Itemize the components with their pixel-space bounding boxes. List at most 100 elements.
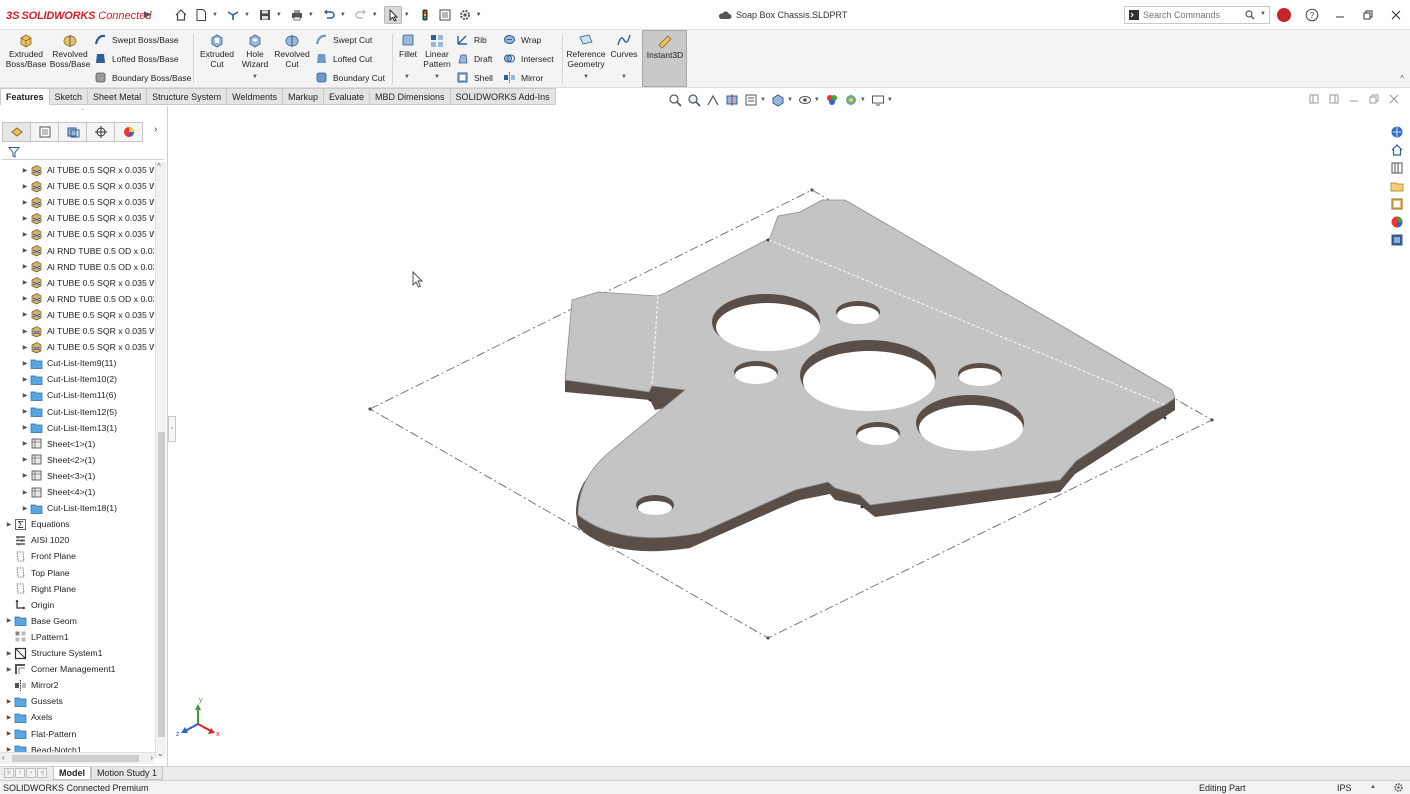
tree-item[interactable]: LPattern1 — [4, 629, 69, 645]
intersect-button[interactable]: Intersect — [503, 50, 554, 67]
next-tab-icon[interactable]: › — [26, 768, 36, 778]
graphics-area[interactable]: y x z — [170, 108, 1390, 766]
tree-item[interactable]: ▶ Cut-List-Item12(5) — [20, 404, 117, 420]
tree-item[interactable]: ▶ Al TUBE 0.5 SQR x 0.035 W... — [20, 323, 154, 339]
last-tab-icon[interactable]: ›| — [37, 768, 47, 778]
save-icon[interactable] — [256, 6, 274, 24]
hide-show-caret-icon[interactable]: ▼ — [814, 97, 820, 103]
viewport-close-icon[interactable] — [1388, 93, 1400, 105]
solidworks-logo[interactable]: 3S SOLIDWORKS Connected — [6, 8, 151, 24]
section-view-icon[interactable] — [725, 93, 739, 107]
shell-button[interactable]: Shell — [456, 69, 493, 86]
property-manager-tab-icon[interactable] — [30, 122, 59, 142]
tree-expand-icon[interactable]: ▶ — [4, 650, 14, 657]
tree-expand-icon[interactable]: ▶ — [20, 247, 30, 254]
rebuild-icon[interactable] — [416, 6, 434, 24]
lofted-cut-button[interactable]: Lofted Cut — [315, 50, 372, 67]
redo-icon[interactable] — [352, 6, 370, 24]
tree-expand-icon[interactable]: ▶ — [20, 199, 30, 206]
solidworks-resources-icon[interactable] — [1388, 124, 1406, 140]
open-icon[interactable] — [224, 6, 242, 24]
search-caret-icon[interactable]: ▼ — [1260, 11, 1266, 17]
model-viewport[interactable]: y x z — [170, 108, 1390, 766]
fillet-button[interactable]: Fillet — [396, 32, 420, 59]
tree-expand-icon[interactable]: ▶ — [20, 183, 30, 190]
tree-expand-icon[interactable]: ▶ — [20, 376, 30, 383]
tree-expand-icon[interactable]: ▶ — [20, 505, 30, 512]
select-caret-icon[interactable]: ▼ — [404, 12, 410, 18]
tree-item[interactable]: ▶ Al TUBE 0.5 SQR x 0.035 W... — [20, 307, 154, 323]
redo-caret-icon[interactable]: ▼ — [372, 12, 378, 18]
wrap-button[interactable]: Wrap — [503, 31, 541, 48]
dimxpert-manager-tab-icon[interactable] — [86, 122, 115, 142]
tree-item[interactable]: ▶ Sheet<1>(1) — [20, 436, 96, 452]
tree-item[interactable]: ▶ Al TUBE 0.5 SQR x 0.035 W... — [20, 178, 154, 194]
configuration-manager-tab-icon[interactable] — [58, 122, 87, 142]
tree-expand-icon[interactable]: ▶ — [20, 328, 30, 335]
new-caret-icon[interactable]: ▼ — [212, 12, 218, 18]
close-icon[interactable] — [1388, 6, 1404, 24]
linear-pattern-caret-icon[interactable]: ▼ — [434, 74, 440, 80]
curves-caret-icon[interactable]: ▼ — [621, 74, 627, 80]
zoom-to-fit-icon[interactable] — [668, 93, 682, 107]
tree-item[interactable]: ▶ Sheet<4>(1) — [20, 484, 96, 500]
tree-expand-icon[interactable]: ▶ — [20, 215, 30, 222]
tree-item[interactable]: ▶ Bead-Notch1 — [4, 742, 82, 752]
tree-item[interactable]: ▶ Al TUBE 0.5 SQR x 0.035 W... — [20, 339, 154, 355]
tree-expand-icon[interactable]: ▶ — [20, 489, 30, 496]
tab-mbd-dimensions[interactable]: MBD Dimensions — [370, 88, 451, 105]
viewport-tile-icon[interactable] — [1308, 93, 1320, 105]
reference-geometry-button[interactable]: Reference Geometry — [566, 32, 606, 69]
display-style-caret-icon[interactable]: ▼ — [787, 97, 793, 103]
tree-item[interactable]: ▶ Cut-List-Item10(2) — [20, 371, 117, 387]
view-orientation-icon[interactable] — [771, 93, 785, 107]
lofted-boss-button[interactable]: Lofted Boss/Base — [94, 50, 179, 67]
rib-button[interactable]: Rib — [456, 31, 487, 48]
fillet-caret-icon[interactable]: ▼ — [404, 74, 410, 80]
tree-expand-icon[interactable]: ▶ — [4, 714, 14, 721]
tree-item[interactable]: Front Plane — [4, 548, 76, 564]
tree-expand-icon[interactable]: ▶ — [20, 472, 30, 479]
help-icon[interactable]: ? — [1304, 6, 1320, 24]
tree-expand-icon[interactable]: ▶ — [20, 167, 30, 174]
tree-item[interactable]: ▶ Al TUBE 0.5 SQR x 0.035 W... — [20, 194, 154, 210]
panel-grip-icon[interactable]: ⌃ — [80, 108, 85, 115]
tree-item[interactable]: ▶ Sheet<2>(1) — [20, 452, 96, 468]
extruded-boss-button[interactable]: Extruded Boss/Base — [6, 32, 46, 69]
tree-item[interactable]: ▶ Al TUBE 0.5 SQR x 0.035 W... — [20, 226, 154, 242]
tree-item[interactable]: ▶ Cut-List-Item9(11) — [20, 355, 116, 371]
tree-item[interactable]: ▶ Corner Management1 — [4, 661, 116, 677]
view-palette-icon[interactable] — [1388, 196, 1406, 212]
instant3d-button[interactable]: Instant3D — [642, 30, 687, 87]
unit-system[interactable]: IPS — [1337, 783, 1352, 793]
new-document-icon[interactable] — [192, 6, 210, 24]
feature-manager-tab-icon[interactable] — [2, 122, 31, 142]
restore-icon[interactable] — [1360, 6, 1376, 24]
tab-weldments[interactable]: Weldments — [227, 88, 283, 105]
revolved-cut-button[interactable]: Revolved Cut — [274, 32, 310, 69]
file-properties-icon[interactable] — [436, 6, 454, 24]
mirror-button[interactable]: Mirror — [503, 69, 543, 86]
tree-expand-icon[interactable]: ▶ — [4, 521, 14, 528]
tree-expand-icon[interactable]: ▶ — [20, 311, 30, 318]
units-caret-icon[interactable]: ▲ — [1370, 784, 1376, 790]
scroll-left-icon[interactable]: ‹ — [2, 753, 5, 762]
tree-item[interactable]: ▶ Cut-List-Item11(6) — [20, 387, 116, 403]
tree-item[interactable]: ▶ Σ Equations — [4, 516, 70, 532]
scroll-up-icon[interactable]: ^ — [157, 162, 161, 171]
tree-item[interactable]: Top Plane — [4, 565, 70, 581]
tab-model[interactable]: Model — [53, 767, 91, 780]
menu-expand-arrow-icon[interactable]: ▶ — [144, 9, 151, 20]
tree-item[interactable]: ▶ Al TUBE 0.5 SQR x 0.035 W... — [20, 162, 154, 178]
filter-icon[interactable] — [8, 146, 20, 158]
tab-motion-study-1[interactable]: Motion Study 1 — [91, 767, 164, 780]
tree-item[interactable]: ▶ Sheet<3>(1) — [20, 468, 96, 484]
first-tab-icon[interactable]: |‹ — [4, 768, 14, 778]
display-manager-tab-icon[interactable] — [114, 122, 143, 142]
appearances-icon[interactable] — [1388, 214, 1406, 230]
horizontal-scroll-thumb[interactable] — [12, 755, 139, 762]
dynamic-annotation-icon[interactable] — [744, 93, 758, 107]
tree-item[interactable]: AISI 1020 — [4, 532, 69, 548]
tree-expand-icon[interactable]: ▶ — [20, 344, 30, 351]
tree-item[interactable]: ▶ Al TUBE 0.5 SQR x 0.035 W... — [20, 275, 154, 291]
